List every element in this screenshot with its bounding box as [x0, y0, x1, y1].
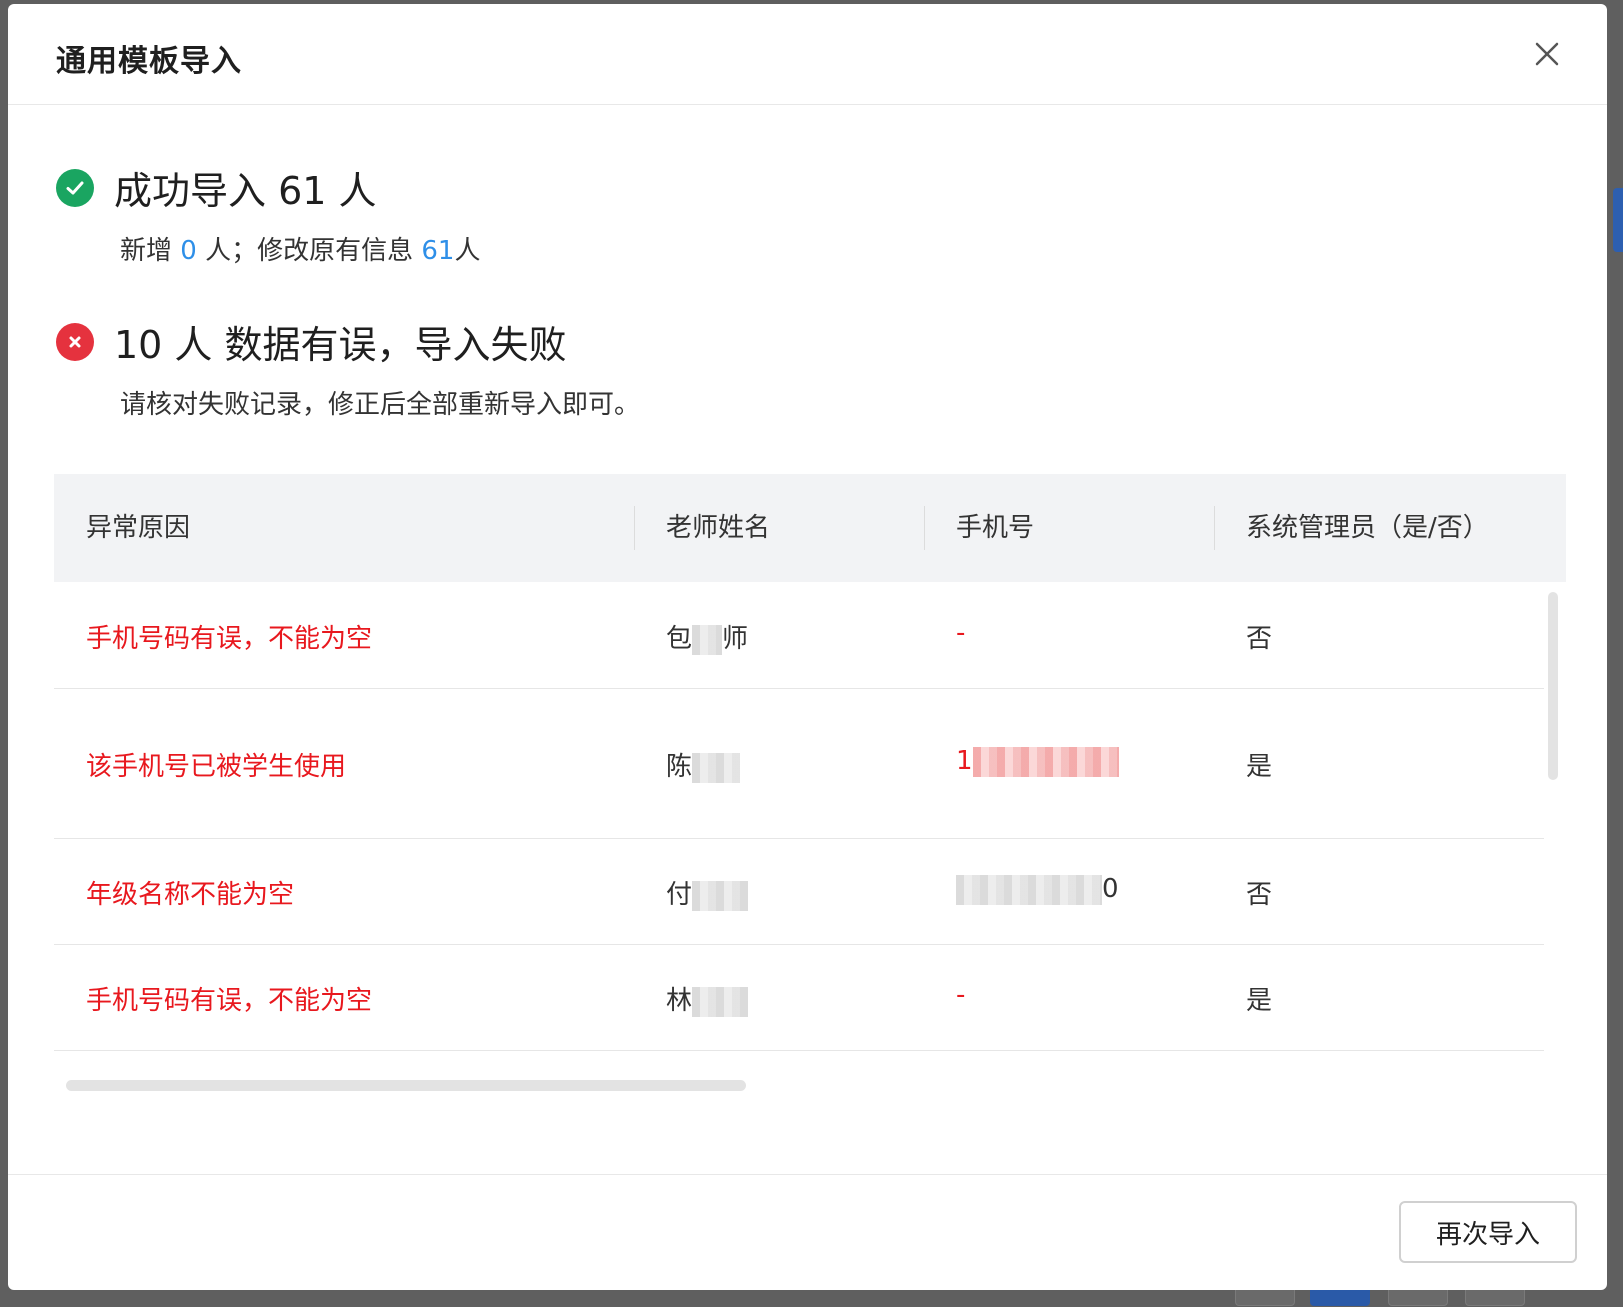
reimport-button[interactable]: 再次导入: [1399, 1201, 1577, 1263]
redacted-mask: [692, 752, 741, 783]
success-heading: 成功导入 61 人: [114, 169, 377, 213]
vertical-scrollbar[interactable]: [1548, 592, 1558, 1112]
table-header: 异常原因 老师姓名 手机号 系统管理员（是/否）: [54, 474, 1566, 582]
redacted-mask: [692, 880, 749, 911]
modal-header: 通用模板导入: [8, 4, 1607, 105]
table-row[interactable]: 手机号码有误，不能为空 林 - 是: [54, 944, 1544, 1051]
success-detail-mid: 人；修改原有信息: [196, 236, 422, 266]
close-icon: [1535, 42, 1559, 66]
column-header-teacher-name: 老师姓名: [666, 513, 771, 543]
admin-flag: 否: [1246, 880, 1273, 910]
modal-title: 通用模板导入: [56, 44, 242, 79]
horizontal-scrollbar-thumb[interactable]: [66, 1080, 746, 1091]
table-row[interactable]: 年级名称不能为空 付 0 否: [54, 838, 1544, 945]
error-reason: 手机号码有误，不能为空: [86, 986, 373, 1016]
teacher-name-tail: 师: [722, 624, 749, 654]
teacher-name: 付: [666, 874, 749, 911]
error-reason: 手机号码有误，不能为空: [86, 624, 373, 654]
background-accent-tab: [1613, 188, 1623, 252]
close-button[interactable]: [1527, 34, 1567, 74]
modified-count: 61: [421, 236, 455, 266]
modal-footer: 再次导入: [8, 1174, 1607, 1290]
phone-number: 1: [956, 746, 1119, 777]
x-circle-icon: [56, 322, 94, 361]
success-detail-prefix: 新增: [120, 236, 181, 266]
error-reason: 该手机号已被学生使用: [86, 752, 347, 782]
teacher-name: 林: [666, 980, 749, 1017]
teacher-name-visible: 林: [666, 986, 693, 1016]
vertical-scrollbar-thumb[interactable]: [1548, 592, 1558, 780]
column-divider: [1214, 506, 1215, 550]
table-row[interactable]: 手机号码有误，不能为空 包师 - 否: [54, 582, 1544, 689]
column-header-reason: 异常原因: [86, 513, 191, 543]
phone-number: -: [956, 980, 966, 1010]
phone-number: -: [956, 618, 966, 648]
redacted-mask: [956, 874, 1102, 905]
phone-visible: 0: [1102, 874, 1119, 904]
failure-detail: 请核对失败记录，修正后全部重新导入即可。: [120, 390, 641, 420]
admin-flag: 是: [1246, 986, 1273, 1016]
teacher-name-visible: 包: [666, 624, 693, 654]
phone-visible: 1: [956, 746, 973, 776]
column-header-admin: 系统管理员（是/否）: [1246, 513, 1489, 543]
check-circle-icon: [56, 168, 94, 207]
failure-heading: 10 人 数据有误，导入失败: [114, 323, 567, 367]
import-modal: 通用模板导入 成功导入 61 人 新增 0 人；修改原有信息 61人 10 人 …: [8, 4, 1607, 1290]
redacted-mask: [692, 624, 723, 655]
column-divider: [634, 506, 635, 550]
error-reason: 年级名称不能为空: [86, 880, 295, 910]
teacher-name-visible: 付: [666, 880, 693, 910]
teacher-name: 陈: [666, 746, 741, 783]
phone-number: 0: [956, 874, 1119, 905]
redacted-mask: [692, 986, 749, 1017]
column-header-phone: 手机号: [956, 513, 1035, 543]
new-count: 0: [180, 236, 197, 266]
column-divider: [924, 506, 925, 550]
failed-records-table: 异常原因 老师姓名 手机号 系统管理员（是/否） 手机号码有误，不能为空 包师 …: [54, 474, 1566, 1122]
admin-flag: 否: [1246, 624, 1273, 654]
redacted-mask: [972, 746, 1119, 777]
success-summary: 成功导入 61 人: [56, 160, 377, 215]
teacher-name: 包师: [666, 618, 748, 655]
admin-flag: 是: [1246, 752, 1273, 782]
teacher-name-visible: 陈: [666, 752, 693, 782]
table-row[interactable]: 该手机号已被学生使用 陈 1 是: [54, 688, 1544, 839]
failure-summary: 10 人 数据有误，导入失败: [56, 314, 567, 369]
success-detail: 新增 0 人；修改原有信息 61人: [120, 230, 480, 267]
success-detail-suffix: 人: [454, 236, 481, 266]
